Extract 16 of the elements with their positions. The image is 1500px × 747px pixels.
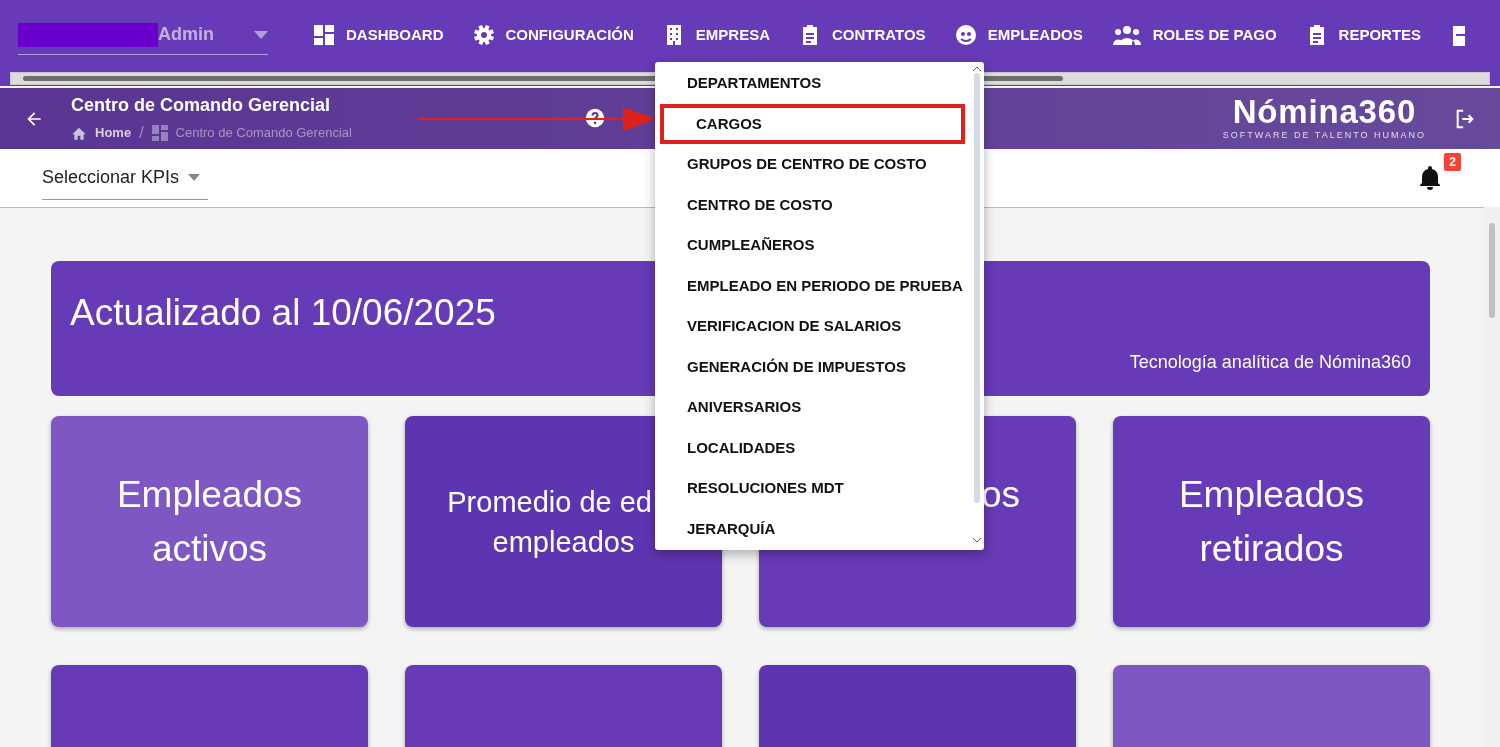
tile-title-line: Empleados bbox=[1178, 472, 1365, 517]
breadcrumb-separator: / bbox=[139, 123, 144, 143]
page-title: Centro de Comando Gerencial bbox=[71, 94, 332, 117]
logo-subtitle: SOFTWARE DE TALENTO HUMANO bbox=[1222, 128, 1426, 142]
tile-title-line: Promedio de ed bbox=[447, 484, 652, 520]
user-name: Admin bbox=[158, 23, 214, 46]
banner-title: Actualizado al 10/06/2025 bbox=[70, 291, 496, 335]
banner-footer: Tecnología analítica de Nómina360 bbox=[1129, 349, 1411, 376]
tile-title-line: activos bbox=[151, 526, 268, 571]
tile-title-line: empleados bbox=[492, 524, 635, 560]
breadcrumb-current: Centro de Comando Gerencial bbox=[175, 124, 352, 143]
tile-title-line: Empleados bbox=[116, 472, 303, 517]
tile-title-line: retirados bbox=[1199, 526, 1344, 571]
notification-badge: 2 bbox=[1444, 153, 1461, 171]
logo-text: Nómina360 bbox=[1232, 94, 1417, 129]
tile-title-line: os bbox=[980, 472, 1020, 517]
